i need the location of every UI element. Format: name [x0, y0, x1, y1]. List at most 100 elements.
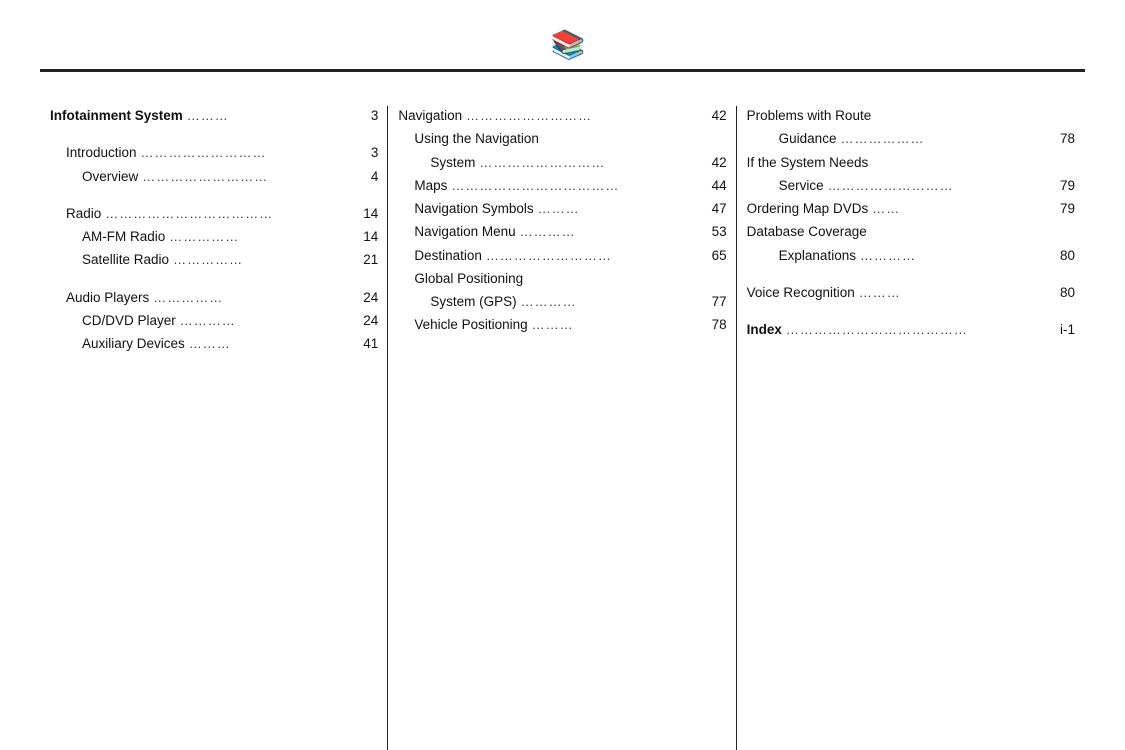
toc-page-system: 42 [701, 153, 727, 173]
toc-entry-system: System ………………………42 [398, 153, 726, 173]
toc-column-1: Infotainment System ………3Introduction ………… [40, 106, 388, 750]
toc-entry-auxiliary: Auxiliary Devices ………41 [50, 334, 378, 354]
toc-title-auxiliary: Auxiliary Devices [82, 334, 185, 354]
toc-page-auxiliary: 41 [352, 334, 378, 354]
toc-entry-globalpositioning: Global Positioning [398, 269, 726, 289]
toc-dots-orderingmap: …… [872, 199, 1045, 219]
toc-entry-cddvd: CD/DVD Player …………24 [50, 311, 378, 331]
toc-title-dbcoverage: Database Coverage [747, 222, 867, 242]
toc-entry-navsymbols: Navigation Symbols ………47 [398, 199, 726, 219]
toc-page-navsymbols: 47 [701, 199, 727, 219]
toc-entry-navmenu: Navigation Menu …………53 [398, 222, 726, 242]
toc-gap [50, 129, 378, 143]
toc-title-gps: System (GPS) [430, 292, 516, 312]
toc-dots-guidance: ……………… [840, 129, 1045, 149]
toc-dots-infotainment: ……… [187, 106, 349, 126]
toc-column-2: Navigation ………………………42Using the Navigati… [388, 106, 736, 750]
toc-entry-systemneeds: If the System Needs [747, 153, 1075, 173]
toc-entry-maps: Maps ………………………………44 [398, 176, 726, 196]
toc-title-radio: Radio [66, 204, 101, 224]
header-divider [40, 69, 1085, 72]
toc-title-audioplayers: Audio Players [66, 288, 149, 308]
toc-dots-voicerecog: ……… [859, 283, 1045, 303]
toc-title-destination: Destination [414, 246, 482, 266]
toc-entry-index: Index …………………………………i-1 [747, 320, 1075, 340]
toc-page-cddvd: 24 [352, 311, 378, 331]
toc-page-explanations: 80 [1049, 246, 1075, 266]
toc-gap [50, 190, 378, 204]
toc-page-gps: 77 [701, 292, 727, 312]
toc-gap [747, 306, 1075, 320]
toc-title-problemsroute: Problems with Route [747, 106, 872, 126]
toc-column-3: Problems with RouteGuidance ………………78If t… [737, 106, 1085, 750]
toc-dots-vehiclepositioning: ……… [532, 315, 697, 335]
toc-entry-orderingmap: Ordering Map DVDs ……79 [747, 199, 1075, 219]
toc-entry-dbcoverage: Database Coverage [747, 222, 1075, 242]
toc-dots-navigation: ……………………… [466, 106, 697, 126]
toc-title-overview: Overview [82, 167, 138, 187]
toc-page-overview: 4 [352, 167, 378, 187]
toc-dots-amfm: …………… [169, 227, 348, 247]
toc-gap [50, 274, 378, 288]
toc-dots-index: ………………………………… [786, 320, 1045, 340]
toc-title-globalpositioning: Global Positioning [414, 269, 523, 289]
toc-title-satellite: Satellite Radio [82, 250, 169, 270]
toc-entry-guidance: Guidance ………………78 [747, 129, 1075, 149]
toc-page-introduction: 3 [352, 143, 378, 163]
page: 📚 Infotainment System ………3Introduction …… [0, 0, 1125, 750]
toc-container: Infotainment System ………3Introduction ………… [40, 96, 1085, 750]
toc-title-orderingmap: Ordering Map DVDs [747, 199, 869, 219]
toc-page-vehiclepositioning: 78 [701, 315, 727, 335]
toc-title-service: Service [779, 176, 824, 196]
toc-entry-vehiclepositioning: Vehicle Positioning ………78 [398, 315, 726, 335]
toc-dots-explanations: ………… [860, 246, 1045, 266]
toc-page-service: 79 [1049, 176, 1075, 196]
toc-dots-auxiliary: ……… [189, 334, 349, 354]
toc-title-voicerecog: Voice Recognition [747, 283, 855, 303]
toc-title-system: System [430, 153, 475, 173]
toc-title-navigation: Navigation [398, 106, 462, 126]
toc-page-voicerecog: 80 [1049, 283, 1075, 303]
toc-title-usingnav: Using the Navigation [414, 129, 539, 149]
toc-page-amfm: 14 [352, 227, 378, 247]
toc-entry-amfm: AM-FM Radio ……………14 [50, 227, 378, 247]
toc-page-index: i-1 [1049, 320, 1075, 340]
toc-title-maps: Maps [414, 176, 447, 196]
toc-dots-system: ……………………… [479, 153, 696, 173]
toc-entry-radio: Radio ………………………………14 [50, 204, 378, 224]
toc-page-maps: 44 [701, 176, 727, 196]
toc-page-orderingmap: 79 [1049, 199, 1075, 219]
toc-page-infotainment: 3 [352, 106, 378, 126]
toc-entry-destination: Destination ………………………65 [398, 246, 726, 266]
toc-title-guidance: Guidance [779, 129, 837, 149]
toc-title-amfm: AM-FM Radio [82, 227, 165, 247]
book-icon: 📚 [551, 28, 587, 61]
toc-entry-voicerecog: Voice Recognition ………80 [747, 283, 1075, 303]
toc-dots-destination: ……………………… [486, 246, 697, 266]
toc-page-audioplayers: 24 [352, 288, 378, 308]
toc-entry-audioplayers: Audio Players ……………24 [50, 288, 378, 308]
toc-entry-navigation: Navigation ………………………42 [398, 106, 726, 126]
toc-page-navigation: 42 [701, 106, 727, 126]
toc-page-navmenu: 53 [701, 222, 727, 242]
page-title: 📚 [40, 0, 1085, 69]
toc-title-cddvd: CD/DVD Player [82, 311, 176, 331]
toc-entry-overview: Overview ………………………4 [50, 167, 378, 187]
toc-entry-usingnav: Using the Navigation [398, 129, 726, 149]
toc-title-infotainment: Infotainment System [50, 106, 183, 126]
toc-dots-service: ……………………… [828, 176, 1045, 196]
toc-title-navsymbols: Navigation Symbols [414, 199, 533, 219]
toc-entry-introduction: Introduction ………………………3 [50, 143, 378, 163]
toc-entry-satellite: Satellite Radio ……………21 [50, 250, 378, 270]
toc-dots-radio: ……………………………… [105, 204, 348, 224]
toc-dots-cddvd: ………… [180, 311, 349, 331]
toc-page-guidance: 78 [1049, 129, 1075, 149]
toc-dots-overview: ……………………… [142, 167, 348, 187]
toc-title-introduction: Introduction [66, 143, 137, 163]
toc-title-vehiclepositioning: Vehicle Positioning [414, 315, 527, 335]
toc-dots-navsymbols: ……… [538, 199, 697, 219]
toc-entry-service: Service ………………………79 [747, 176, 1075, 196]
toc-title-index: Index [747, 320, 782, 340]
toc-dots-satellite: …………… [173, 250, 348, 270]
toc-dots-introduction: ……………………… [141, 143, 349, 163]
